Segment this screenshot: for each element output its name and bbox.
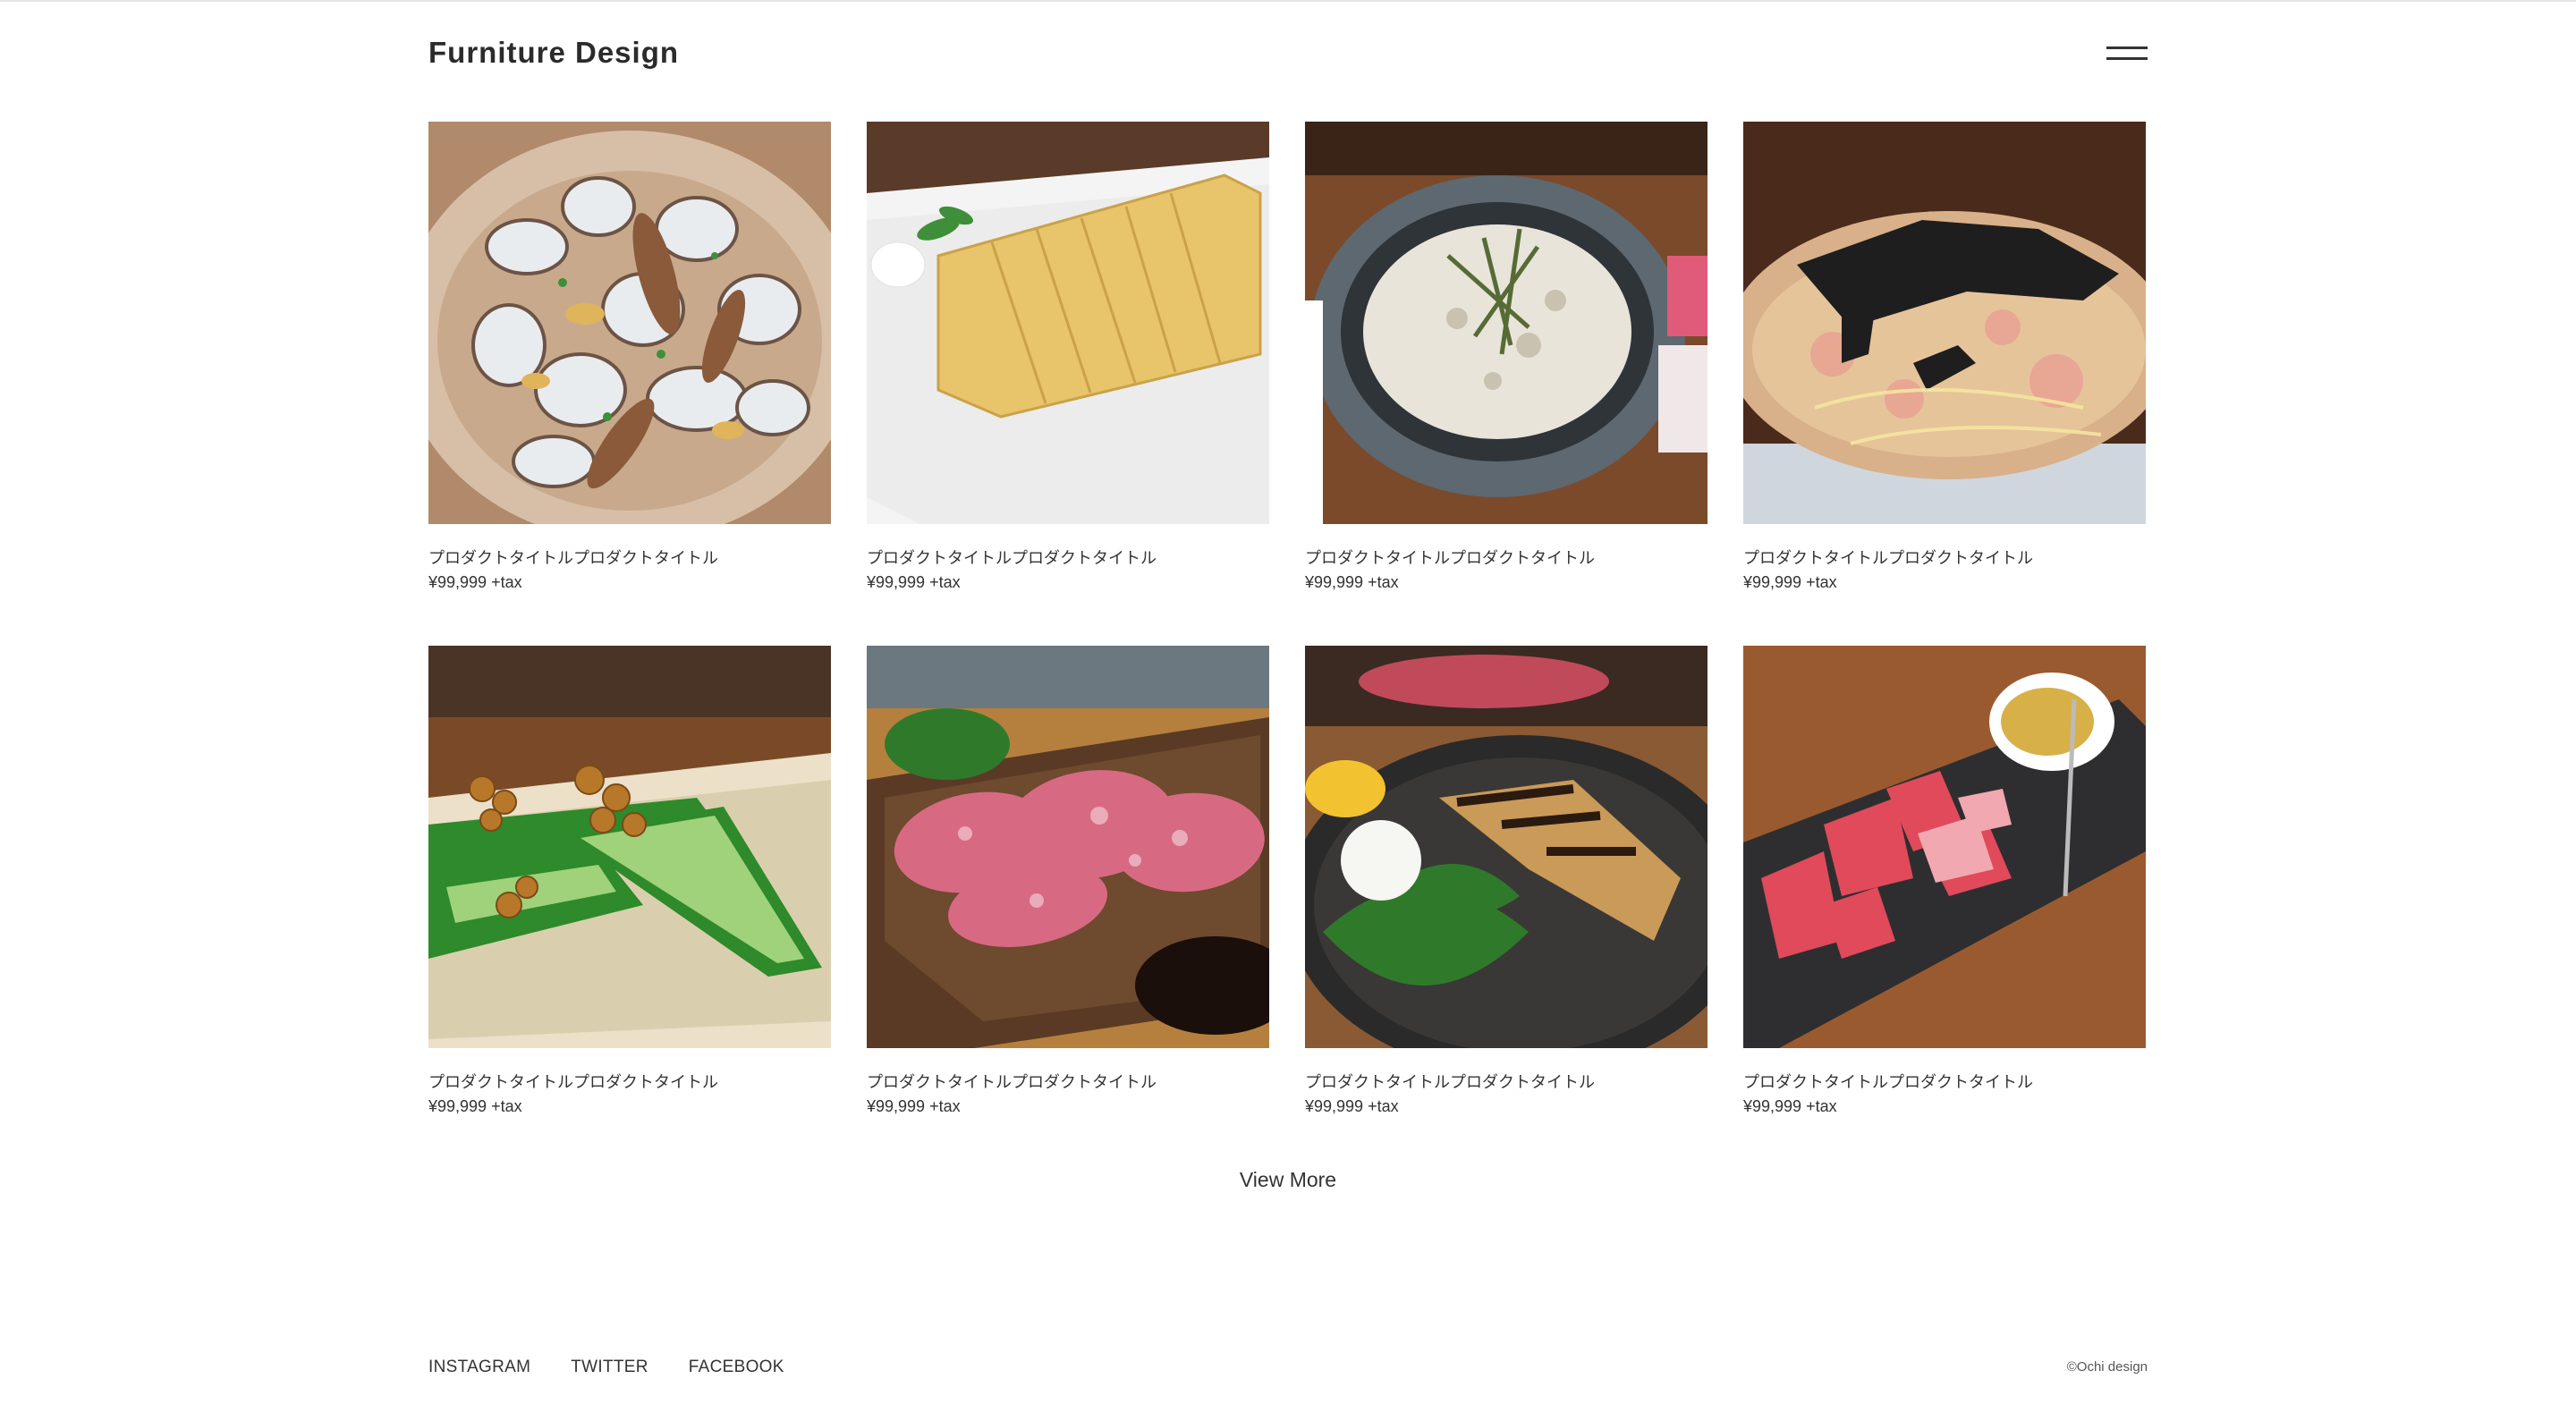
- product-price: ¥99,999 +tax: [428, 1097, 522, 1115]
- product-card[interactable]: プロダクトタイトルプロダクトタイトル ¥99,999 +tax: [867, 646, 1269, 1126]
- product-title: プロダクトタイトルプロダクトタイトル: [867, 549, 1157, 567]
- product-grid: プロダクトタイトルプロダクトタイトル ¥99,999 +tax プロダクトタイト…: [428, 122, 2148, 1126]
- product-card[interactable]: プロダクトタイトルプロダクトタイトル ¥99,999 +tax: [1305, 646, 1707, 1126]
- product-title: プロダクトタイトルプロダクトタイトル: [867, 1073, 1157, 1091]
- product-image-clams[interactable]: [428, 122, 831, 524]
- product-card[interactable]: プロダクトタイトルプロダクトタイトル ¥99,999 +tax: [867, 122, 1269, 602]
- product-price: ¥99,999 +tax: [1743, 573, 1837, 591]
- view-more-link[interactable]: View More: [1199, 1168, 1377, 1192]
- site-header: Furniture Design: [428, 25, 2148, 88]
- product-title: プロダクトタイトルプロダクトタイトル: [428, 549, 718, 567]
- product-title: プロダクトタイトルプロダクトタイトル: [428, 1073, 718, 1091]
- facebook-link[interactable]: FACEBOOK: [689, 1358, 784, 1377]
- product-title: プロダクトタイトルプロダクトタイトル: [1305, 549, 1595, 567]
- product-card[interactable]: プロダクトタイトルプロダクトタイトル ¥99,999 +tax: [428, 122, 831, 602]
- product-image-beef[interactable]: [867, 646, 1269, 1048]
- product-title: プロダクトタイトルプロダクトタイトル: [1743, 1073, 2033, 1091]
- product-image-rice-bowl[interactable]: [1305, 122, 1707, 524]
- product-image-cucumber[interactable]: [428, 646, 831, 1048]
- product-image-meat-slate[interactable]: [1743, 646, 2146, 1048]
- product-image-okonomiyaki[interactable]: [1743, 122, 2146, 524]
- product-image-grilled-fish[interactable]: [1305, 646, 1707, 1048]
- product-title: プロダクトタイトルプロダクトタイトル: [1743, 549, 2033, 567]
- product-card[interactable]: プロダクトタイトルプロダクトタイトル ¥99,999 +tax: [1743, 646, 2146, 1126]
- product-price: ¥99,999 +tax: [428, 573, 522, 591]
- menu-line-bottom: [2106, 57, 2148, 60]
- copyright-text: ©Ochi design: [2066, 1359, 2148, 1375]
- product-price: ¥99,999 +tax: [1305, 573, 1399, 591]
- product-card[interactable]: プロダクトタイトルプロダクトタイトル ¥99,999 +tax: [1305, 122, 1707, 602]
- product-card[interactable]: プロダクトタイトルプロダクトタイトル ¥99,999 +tax: [428, 646, 831, 1126]
- product-card[interactable]: プロダクトタイトルプロダクトタイトル ¥99,999 +tax: [1743, 122, 2146, 602]
- product-price: ¥99,999 +tax: [867, 573, 961, 591]
- top-border: [0, 0, 2576, 2]
- instagram-link[interactable]: INSTAGRAM: [428, 1358, 530, 1377]
- hamburger-menu-icon[interactable]: [2106, 45, 2148, 64]
- product-price: ¥99,999 +tax: [1305, 1097, 1399, 1115]
- menu-line-top: [2106, 47, 2148, 49]
- social-links: INSTAGRAM TWITTER FACEBOOK: [428, 1358, 784, 1377]
- product-price: ¥99,999 +tax: [1743, 1097, 1837, 1115]
- product-price: ¥99,999 +tax: [867, 1097, 961, 1115]
- product-image-omelette[interactable]: [867, 122, 1269, 524]
- twitter-link[interactable]: TWITTER: [571, 1358, 648, 1377]
- site-logo[interactable]: Furniture Design: [428, 36, 679, 70]
- product-title: プロダクトタイトルプロダクトタイトル: [1305, 1073, 1595, 1091]
- site-footer: INSTAGRAM TWITTER FACEBOOK ©Ochi design: [428, 1358, 2148, 1384]
